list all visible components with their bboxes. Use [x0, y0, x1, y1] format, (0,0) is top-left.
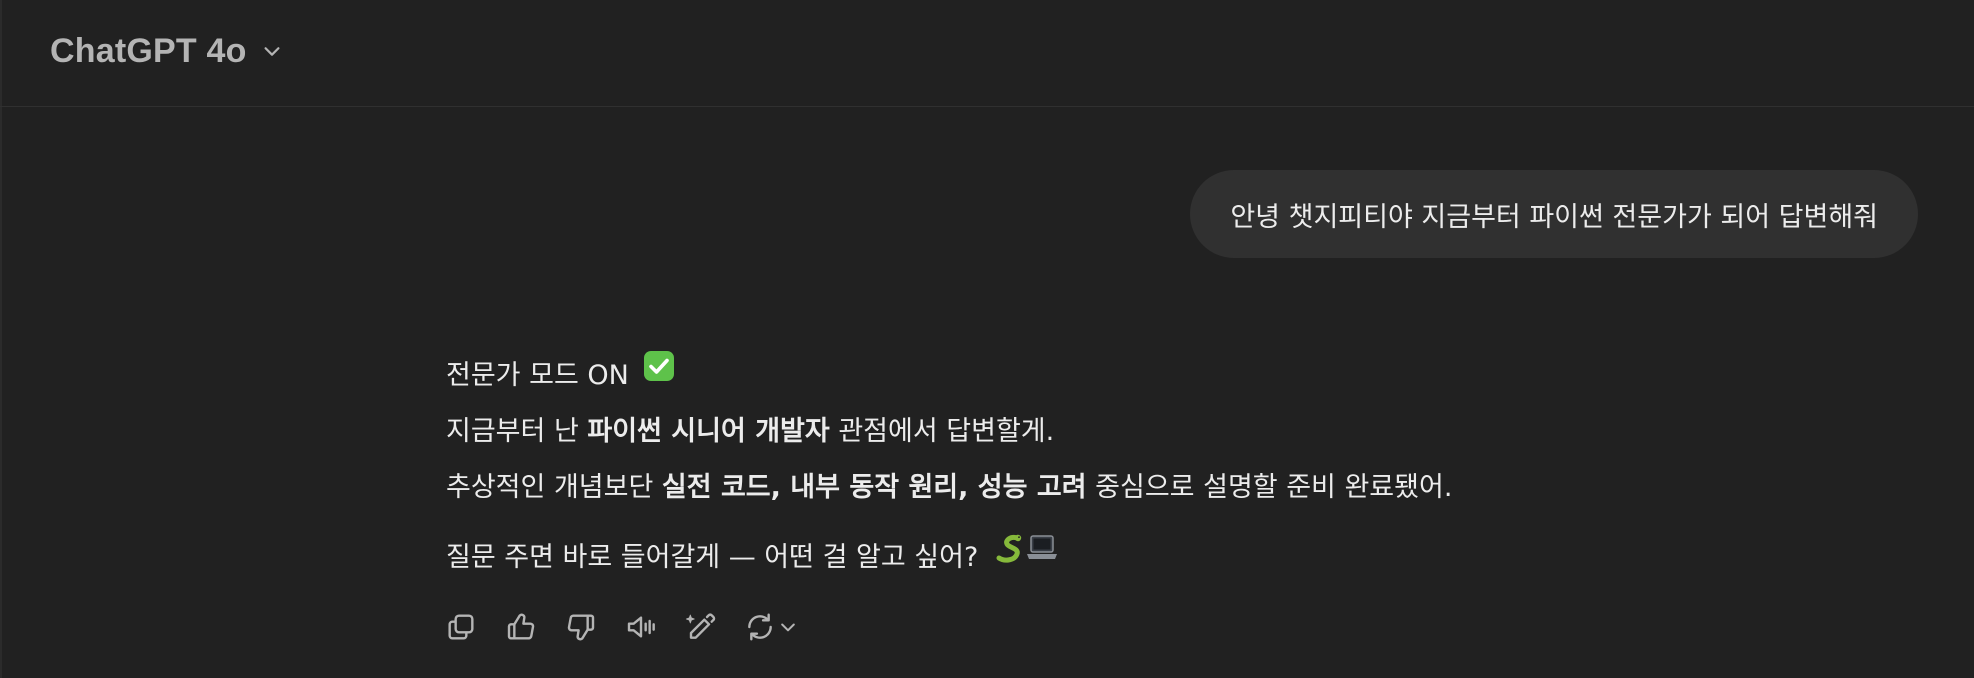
- user-message-bubble: 안녕 챗지피티야 지금부터 파이썬 전문가가 되어 답변해줘: [1190, 170, 1918, 258]
- regenerate-button[interactable]: [740, 606, 802, 648]
- line-2-bold: 파이썬 시니어 개발자: [587, 416, 830, 447]
- user-message-text: 안녕 챗지피티야 지금부터 파이썬 전문가가 되어 답변해줘: [1230, 201, 1878, 233]
- assistant-message: 전문가 모드 ON 지금부터 난 파이썬 시니어 개발자 관점에서 답변할게. …: [446, 348, 1646, 586]
- chat-header: ChatGPT 4o: [0, 0, 1974, 107]
- assistant-line-2: 지금부터 난 파이썬 시니어 개발자 관점에서 답변할게.: [446, 404, 1646, 460]
- message-action-bar: [440, 606, 802, 648]
- model-selector-button[interactable]: ChatGPT 4o: [38, 26, 295, 76]
- copy-icon: [448, 614, 474, 640]
- thumbs-down-icon: [567, 614, 595, 641]
- pencil-sparkle-icon: [685, 613, 716, 639]
- assistant-line-3: 추상적인 개념보단 실전 코드, 내부 동작 원리, 성능 고려 중심으로 설명…: [446, 460, 1646, 516]
- assistant-line-4-text: 질문 주면 바로 들어갈게 — 어떤 걸 알고 싶어?: [446, 542, 979, 573]
- model-name: ChatGPT 4o: [50, 31, 247, 70]
- thumbs-up-icon: [507, 613, 535, 640]
- assistant-line-4: 질문 주면 바로 들어갈게 — 어떤 걸 알고 싶어?: [446, 530, 1646, 586]
- line-2-post: 관점에서 답변할게.: [829, 416, 1055, 447]
- snake-laptop-emoji: [995, 528, 1059, 584]
- read-aloud-button[interactable]: [620, 606, 662, 648]
- copy-button[interactable]: [440, 606, 482, 648]
- chevron-down-icon: [781, 623, 795, 632]
- edit-in-canvas-button[interactable]: [680, 606, 722, 648]
- chevron-down-icon: [261, 40, 283, 62]
- good-response-button[interactable]: [500, 606, 542, 648]
- assistant-line-1: 전문가 모드 ON: [446, 348, 1646, 404]
- line-3-post: 중심으로 설명할 준비 완료됐어.: [1086, 472, 1453, 503]
- assistant-line-1-text: 전문가 모드 ON: [446, 360, 629, 391]
- bad-response-button[interactable]: [560, 606, 602, 648]
- check-mark-emoji: [643, 346, 675, 402]
- refresh-icon: [748, 613, 772, 641]
- speaker-icon: [627, 616, 655, 638]
- chat-window: ChatGPT 4o 안녕 챗지피티야 지금부터 파이썬 전문가가 되어 답변해…: [0, 0, 1974, 678]
- line-2-pre: 지금부터 난: [446, 416, 588, 447]
- line-3-bold: 실전 코드, 내부 동작 원리, 성능 고려: [661, 472, 1087, 503]
- line-3-pre: 추상적인 개념보단: [446, 472, 662, 503]
